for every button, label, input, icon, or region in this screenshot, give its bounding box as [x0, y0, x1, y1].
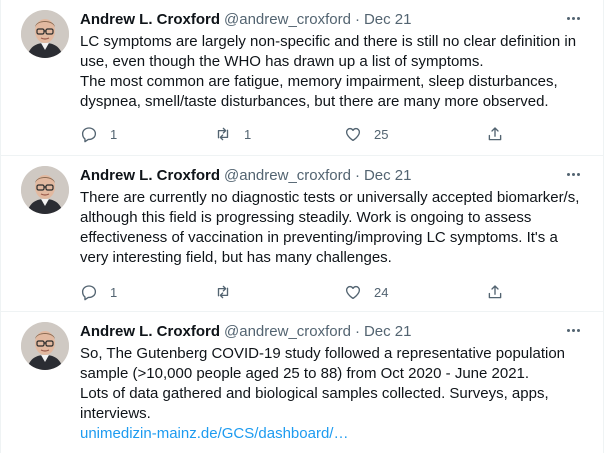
reply-icon	[81, 285, 97, 301]
retweet-count: 1	[244, 126, 252, 142]
tweet-text-line: use, even though the WHO has drawn up a …	[80, 53, 484, 70]
retweet-icon	[217, 285, 229, 299]
reply-count: 1	[110, 126, 118, 142]
like-count: 25	[374, 126, 389, 142]
retweet-icon	[217, 127, 229, 141]
timeline: Andrew L. Croxford @andrew_croxford · Dec 2…	[0, 0, 604, 453]
author-name[interactable]: Andrew L. Croxford	[80, 167, 220, 184]
like-button[interactable]: 25	[344, 124, 388, 144]
like-button[interactable]: 24	[344, 282, 388, 302]
avatar[interactable]	[21, 322, 69, 370]
tweet[interactable]: Andrew L. Croxford @andrew_croxford · Dec 2…	[1, 0, 604, 156]
separator: ·	[354, 323, 360, 340]
avatar[interactable]	[21, 10, 69, 58]
tweet-actions: 1 24	[80, 282, 510, 302]
tweet-text-line: interviews.	[80, 405, 151, 422]
retweet-button[interactable]	[214, 282, 244, 302]
tweet-text: So, The Gutenberg COVID-19 study followe…	[80, 344, 580, 444]
tweet-date[interactable]: Dec 21	[364, 11, 412, 28]
reply-count: 1	[110, 284, 118, 300]
tweet-header: Andrew L. Croxford @andrew_croxford · Dec 2…	[80, 10, 412, 30]
like-icon	[345, 127, 361, 142]
tweet-text-line: The most common are fatigue, memory impa…	[80, 73, 558, 90]
tweet-text: There are currently no diagnostic tests …	[80, 188, 580, 268]
tweet-actions: 1 1 25	[80, 124, 510, 144]
author-handle[interactable]: @andrew_croxford	[224, 11, 351, 28]
avatar-photo	[21, 166, 69, 214]
share-button[interactable]	[486, 124, 504, 144]
avatar-photo	[21, 10, 69, 58]
tweet-header: Andrew L. Croxford @andrew_croxford · Dec 2…	[80, 166, 412, 186]
like-count: 24	[374, 284, 389, 300]
share-button[interactable]	[486, 282, 504, 302]
tweet-link[interactable]: unimedizin-mainz.de/GCS/dashboard/…	[80, 424, 580, 444]
reply-button[interactable]: 1	[80, 282, 117, 302]
tweet-date[interactable]: Dec 21	[364, 323, 412, 340]
retweet-button[interactable]: 1	[214, 124, 251, 144]
tweet-text-line: LC symptoms are largely non-specific and…	[80, 33, 577, 50]
share-icon	[488, 127, 502, 141]
author-name[interactable]: Andrew L. Croxford	[80, 323, 220, 340]
tweet-text-line: sample (>10,000 people aged 25 to 88) fr…	[80, 365, 530, 382]
tweet-header: Andrew L. Croxford @andrew_croxford · Dec 2…	[80, 322, 412, 342]
reply-icon	[81, 127, 97, 143]
avatar-photo	[21, 322, 69, 370]
tweet-text-line: Lots of data gathered and biological sam…	[80, 385, 549, 402]
tweet-text-line: So, The Gutenberg COVID-19 study followe…	[80, 345, 566, 362]
tweet[interactable]: Andrew L. Croxford @andrew_croxford · Dec 2…	[1, 156, 604, 312]
separator: ·	[354, 167, 360, 184]
tweet-text-line: There are currently no diagnostic tests …	[80, 189, 580, 206]
reply-button[interactable]: 1	[80, 124, 117, 144]
tweet-text-line: although this field is progressing stead…	[80, 209, 532, 226]
tweet-text: LC symptoms are largely non-specific and…	[80, 32, 580, 112]
author-name[interactable]: Andrew L. Croxford	[80, 11, 220, 28]
author-handle[interactable]: @andrew_croxford	[224, 167, 351, 184]
more-icon[interactable]	[563, 8, 583, 28]
tweet-date[interactable]: Dec 21	[364, 167, 412, 184]
like-icon	[345, 285, 361, 300]
more-icon[interactable]	[563, 164, 583, 184]
author-handle[interactable]: @andrew_croxford	[224, 323, 351, 340]
more-icon[interactable]	[563, 320, 583, 340]
tweet-text-line: dyspnea, smell/taste disturbances, but t…	[80, 93, 549, 110]
separator: ·	[354, 11, 360, 28]
tweet[interactable]: Andrew L. Croxford @andrew_croxford · Dec 2…	[1, 312, 604, 453]
tweet-text-line: effectiveness of vaccination in preventi…	[80, 229, 558, 246]
share-icon	[488, 285, 502, 299]
avatar[interactable]	[21, 166, 69, 214]
tweet-text-line: very interesting field, but has many cha…	[80, 249, 392, 266]
